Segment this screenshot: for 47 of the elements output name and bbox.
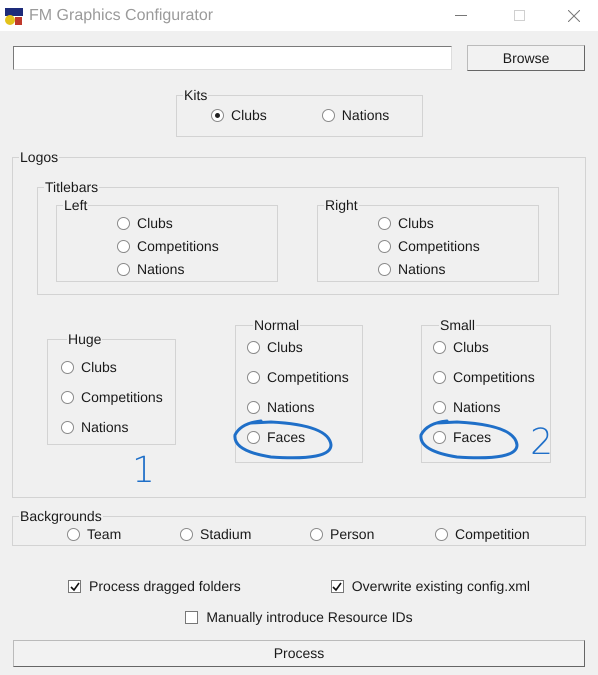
radio-button[interactable]: Clubs — [61, 359, 117, 376]
path-field[interactable] — [13, 46, 452, 70]
radio-button[interactable]: Nations — [61, 419, 128, 436]
group-label: Titlebars — [44, 179, 100, 195]
radio-button[interactable]: Competitions — [378, 238, 480, 255]
group-label: Small — [439, 317, 476, 333]
radio-button[interactable]: Competition — [435, 526, 530, 543]
radio-button[interactable]: Nations — [117, 261, 184, 278]
handwritten-number: 1 — [132, 453, 155, 489]
checkbox-label[interactable]: Process dragged folders — [89, 576, 241, 597]
group-label: Normal — [253, 317, 300, 333]
radio-button[interactable]: Clubs — [211, 107, 267, 124]
minimize-icon[interactable] — [455, 14, 467, 16]
group-label: Huge — [67, 331, 102, 347]
radio-button[interactable]: Nations — [322, 107, 390, 124]
checkbox[interactable] — [185, 611, 198, 624]
radio-button[interactable]: Competitions — [61, 389, 163, 406]
radio-button[interactable]: Nations — [378, 261, 446, 278]
app-icon — [4, 6, 24, 26]
browse-button[interactable]: Browse — [467, 45, 585, 71]
radio-button[interactable]: Competitions — [433, 369, 535, 386]
radio-button[interactable]: Clubs — [247, 339, 303, 356]
group-label: Backgrounds — [19, 508, 103, 524]
radio-button[interactable]: Competitions — [117, 238, 219, 255]
radio-button[interactable]: Clubs — [433, 339, 489, 356]
close-icon[interactable] — [568, 10, 580, 22]
radio-button[interactable]: Team — [67, 526, 180, 543]
radio-button[interactable]: Clubs — [378, 215, 434, 232]
group-label: Kits — [183, 87, 208, 103]
radio-button[interactable]: Person — [310, 526, 435, 543]
radio-button[interactable]: Competitions — [247, 369, 349, 386]
radio-button[interactable]: Clubs — [117, 215, 173, 232]
checkbox[interactable] — [68, 580, 82, 593]
group-label: Logos — [19, 149, 60, 165]
process-button[interactable]: Process — [13, 640, 585, 667]
checkbox-label[interactable]: Manually introduce Resource IDs — [206, 607, 413, 628]
radio-button[interactable]: Faces — [433, 429, 492, 446]
checkbox[interactable] — [330, 580, 344, 593]
group-label: Left — [63, 197, 88, 213]
radio-button[interactable]: Faces — [247, 429, 306, 446]
group-label: Right — [324, 197, 359, 213]
handwritten-number: 2 — [530, 425, 553, 461]
radio-button[interactable]: Nations — [433, 399, 500, 416]
radio-button[interactable]: Nations — [247, 399, 314, 416]
radio-button[interactable]: Stadium — [180, 526, 310, 543]
checkbox-label[interactable]: Overwrite existing config.xml — [352, 576, 530, 597]
window-title: FM Graphics Configurator — [29, 6, 214, 26]
